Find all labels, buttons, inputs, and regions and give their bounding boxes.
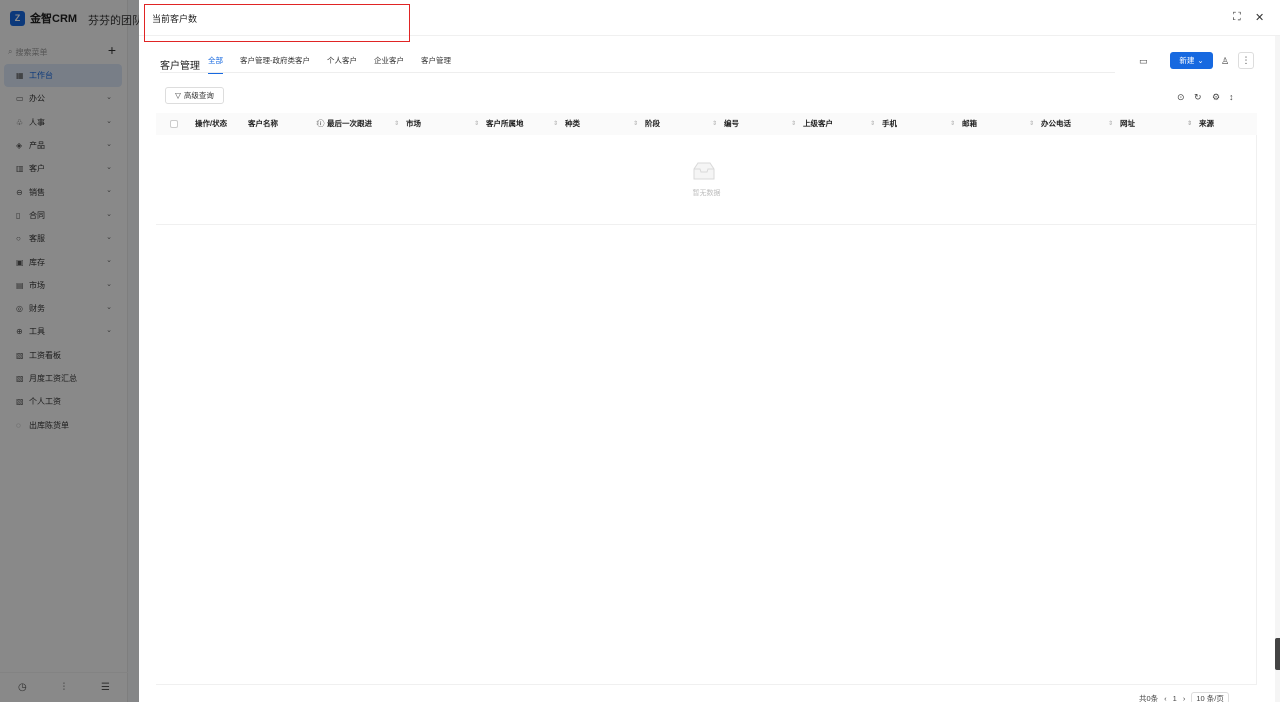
filter-icon: ▽ xyxy=(175,91,181,100)
advanced-search-label: 高级查询 xyxy=(183,91,214,100)
new-button[interactable]: 新建 ⌄ xyxy=(1170,52,1213,69)
tabs-row: 客户管理 全部 客户管理-政府类客户 个人客户 企业客户 客户管理 xyxy=(160,54,468,74)
advanced-search-button[interactable]: ▽ 高级查询 xyxy=(165,87,224,104)
column-header[interactable]: 最后一次跟进 xyxy=(327,113,372,135)
chevron-down-icon: ⌄ xyxy=(1197,56,1204,65)
sort-icon[interactable]: ⇕ xyxy=(712,113,717,135)
sort-icon[interactable]: ⇕ xyxy=(1108,113,1113,135)
fullscreen-icon[interactable]: ⛶ xyxy=(1233,11,1241,24)
empty-state: 暂无数据 xyxy=(156,135,1257,225)
column-header[interactable]: 邮箱 xyxy=(962,113,977,135)
refresh-icon[interactable]: ↻ xyxy=(1194,92,1202,103)
sort-icon[interactable]: ⇕ xyxy=(394,113,399,135)
new-button-label: 新建 xyxy=(1179,56,1195,65)
info-icon[interactable]: ⓘ xyxy=(317,113,325,135)
column-header[interactable]: 网址 xyxy=(1120,113,1135,135)
inbox-icon[interactable]: ▭ xyxy=(1139,56,1148,67)
sort-icon[interactable]: ⇕ xyxy=(950,113,955,135)
scrollbar[interactable] xyxy=(1275,36,1280,702)
tab-enterprise-customers[interactable]: 企业客户 xyxy=(374,54,404,74)
tab-personal-customers[interactable]: 个人客户 xyxy=(327,54,357,74)
close-icon[interactable]: ✕ xyxy=(1255,11,1264,24)
sort-icon[interactable]: ⇕ xyxy=(633,113,638,135)
column-header[interactable]: 手机 xyxy=(882,113,897,135)
column-header[interactable]: 种类 xyxy=(565,113,580,135)
more-options-button[interactable]: ⋮ xyxy=(1238,52,1254,69)
column-height-icon[interactable]: ↕ xyxy=(1229,92,1234,102)
module-title: 客户管理 xyxy=(160,60,200,72)
drawer-header: 当前客户数 ⛶ ✕ xyxy=(139,0,1280,42)
total-count: 共0条 xyxy=(1139,693,1159,702)
next-page-button[interactable]: › xyxy=(1183,694,1186,702)
column-header[interactable]: 来源 xyxy=(1199,113,1214,135)
sort-icon[interactable]: ⇕ xyxy=(870,113,875,135)
sort-icon[interactable]: ⇕ xyxy=(1187,113,1192,135)
empty-text: 暂无数据 xyxy=(692,190,721,197)
tab-all[interactable]: 全部 xyxy=(208,54,223,74)
column-header[interactable]: 上级客户 xyxy=(803,113,833,135)
column-header[interactable]: 办公电话 xyxy=(1041,113,1071,135)
sort-icon[interactable]: ⇕ xyxy=(1029,113,1034,135)
sort-icon[interactable]: ⇕ xyxy=(553,113,558,135)
user-icon[interactable]: ♙ xyxy=(1221,56,1229,67)
sort-icon[interactable]: ⇕ xyxy=(791,113,796,135)
page-size-select[interactable]: 10 条/页 xyxy=(1191,692,1229,702)
tab-customer-management[interactable]: 客户管理 xyxy=(421,54,451,74)
column-header[interactable]: 阶段 xyxy=(645,113,660,135)
side-widget-tab[interactable] xyxy=(1275,638,1280,670)
empty-box-icon xyxy=(693,162,715,180)
settings-icon[interactable]: ⚙ xyxy=(1212,92,1220,103)
play-circle-icon[interactable]: ⊙ xyxy=(1177,92,1185,103)
select-all-checkbox[interactable] xyxy=(170,120,178,128)
column-header[interactable]: 市场 xyxy=(406,113,421,135)
column-header[interactable]: 客户所属地 xyxy=(486,113,524,135)
sort-icon[interactable]: ⇕ xyxy=(474,113,479,135)
pagination: 共0条 ‹ 1 › 10 条/页 xyxy=(1139,692,1229,702)
column-header[interactable]: 操作/状态 xyxy=(195,113,227,135)
tab-government-customers[interactable]: 客户管理-政府类客户 xyxy=(240,54,310,74)
current-page[interactable]: 1 xyxy=(1173,694,1177,702)
prev-page-button[interactable]: ‹ xyxy=(1164,694,1167,702)
column-header[interactable]: 客户名称 xyxy=(248,113,278,135)
column-header[interactable]: 编号 xyxy=(724,113,739,135)
customer-table: 操作/状态 客户名称 ⇕ ⓘ 最后一次跟进 ⇕ 市场 ⇕ 客户所属地 ⇕ 种类 ⇕ 阶段 ⇕ 编号 ⇕ 上级客户… xyxy=(156,113,1257,225)
table-header: 操作/状态 客户名称 ⇕ ⓘ 最后一次跟进 ⇕ 市场 ⇕ 客户所属地 ⇕ 种类 ⇕ 阶段 ⇕ 编号 ⇕ 上级客户… xyxy=(156,113,1257,135)
title-highlight-box xyxy=(144,4,410,42)
more-vertical-icon: ⋮ xyxy=(1241,55,1251,65)
tabs-divider xyxy=(160,72,1115,73)
customer-drawer: 当前客户数 ⛶ ✕ 客户管理 全部 客户管理-政府类客户 个人客户 企业客户 客… xyxy=(139,0,1280,702)
